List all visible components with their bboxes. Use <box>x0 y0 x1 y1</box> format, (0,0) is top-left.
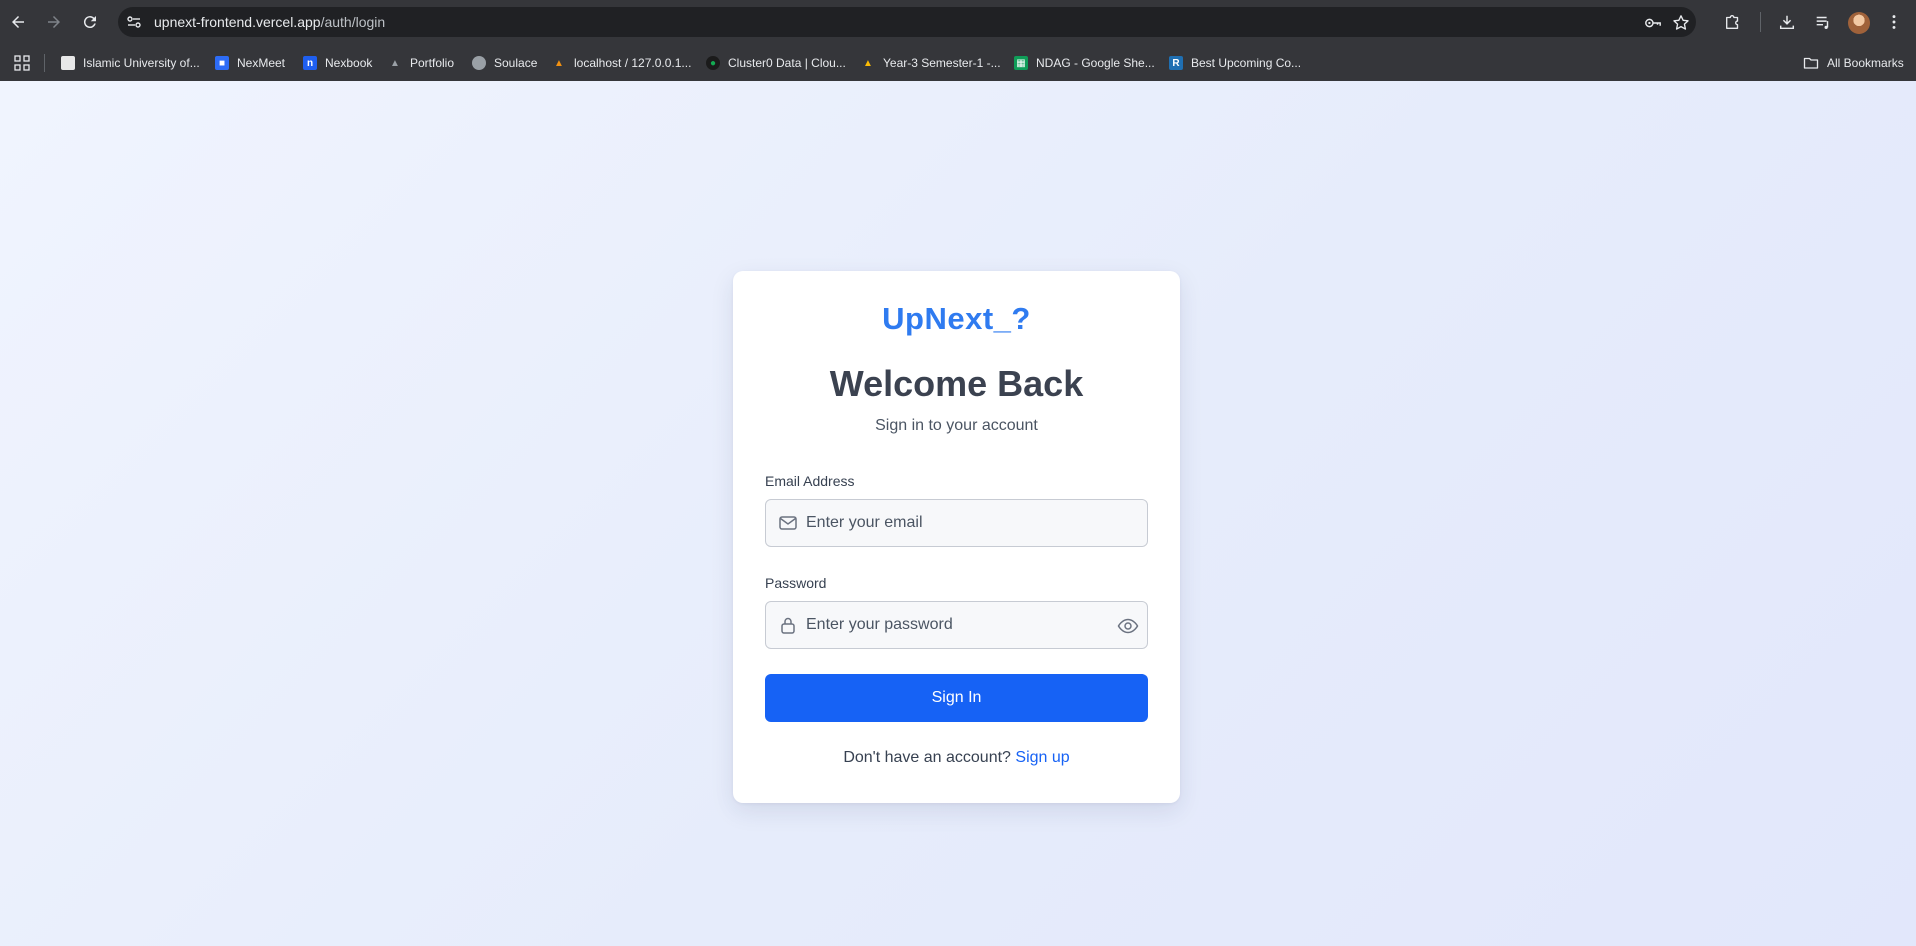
bookmarks-divider <box>44 54 45 72</box>
address-bar[interactable]: upnext-frontend.vercel.app/auth/login <box>118 7 1696 37</box>
bookmark-star-icon[interactable] <box>1672 14 1690 32</box>
forward-button[interactable] <box>42 10 66 34</box>
video-camera-icon: ■ <box>215 56 229 70</box>
lock-icon <box>781 617 795 634</box>
login-card: UpNext_? Welcome Back Sign in to your ac… <box>733 271 1180 803</box>
arrow-right-icon <box>48 16 60 28</box>
reload-icon <box>83 16 96 29</box>
email-field[interactable] <box>765 499 1148 547</box>
url-text[interactable]: upnext-frontend.vercel.app/auth/login <box>154 14 385 30</box>
n-logo-icon: n <box>303 56 317 70</box>
bookmark-label: Islamic University of... <box>83 56 200 70</box>
media-queue-icon[interactable] <box>1813 12 1833 32</box>
google-sheets-icon: ▦ <box>1014 56 1028 70</box>
arrow-left-icon <box>12 16 24 28</box>
portfolio-icon: ▲ <box>390 57 400 69</box>
more-menu-icon[interactable] <box>1884 12 1904 32</box>
extensions-icon[interactable] <box>1723 12 1743 32</box>
url-path: /auth/login <box>320 14 386 30</box>
password-input[interactable] <box>806 602 1096 648</box>
site-settings-icon[interactable] <box>126 14 142 30</box>
bookmark-label: localhost / 127.0.0.1... <box>574 56 692 70</box>
password-label: Password <box>765 575 827 591</box>
bookmark-label: Portfolio <box>410 56 455 70</box>
bookmark-item[interactable]: ▦ NDAG - Google She... <box>1014 53 1155 73</box>
bookmark-label: Cluster0 Data | Clou... <box>728 56 846 70</box>
signup-prompt: Don't have an account? Sign up <box>733 749 1180 767</box>
download-icon[interactable] <box>1777 12 1797 32</box>
browser-toolbar: upnext-frontend.vercel.app/auth/login <box>0 0 1916 44</box>
password-field[interactable] <box>765 601 1148 649</box>
bookmark-item[interactable]: n Nexbook <box>303 53 372 73</box>
page-subtitle: Sign in to your account <box>875 417 1038 434</box>
phpmyadmin-icon: ▲ <box>554 57 564 69</box>
globe-icon <box>472 56 486 70</box>
r-logo-icon: R <box>1169 56 1183 70</box>
bookmark-label: Soulace <box>494 56 538 70</box>
toolbar-divider <box>1760 12 1761 32</box>
mail-icon <box>779 516 797 530</box>
bookmark-item[interactable]: R Best Upcoming Co... <box>1169 53 1301 73</box>
url-host: upnext-frontend.vercel.app <box>154 14 321 30</box>
sign-in-button[interactable]: Sign In <box>765 674 1148 722</box>
bookmark-item[interactable]: Islamic University of... <box>61 53 200 73</box>
bookmark-item[interactable]: ■ NexMeet <box>215 53 285 73</box>
bookmark-label: NexMeet <box>237 56 286 70</box>
bookmark-item[interactable]: ▲ Year-3 Semester-1 -... <box>861 53 1001 73</box>
email-label: Email Address <box>765 473 855 489</box>
all-bookmarks-button[interactable]: All Bookmarks <box>1803 53 1904 73</box>
page-title: Welcome Back <box>829 363 1084 404</box>
bookmark-label: Year-3 Semester-1 -... <box>883 56 1001 70</box>
page-background: UpNext_? Welcome Back Sign in to your ac… <box>0 81 1916 946</box>
signup-prompt-text: Don't have an account? <box>843 749 1011 766</box>
google-drive-icon: ▲ <box>863 57 873 69</box>
bookmark-label: Best Upcoming Co... <box>1191 56 1302 70</box>
bookmarks-bar: Islamic University of... ■ NexMeet n Nex… <box>0 44 1916 81</box>
profile-avatar[interactable] <box>1848 12 1870 34</box>
back-button[interactable] <box>6 10 30 34</box>
show-password-eye-icon[interactable] <box>1117 615 1139 637</box>
bookmark-item[interactable]: Soulace <box>472 53 537 73</box>
app-logo[interactable]: UpNext_? <box>733 301 1180 337</box>
university-icon <box>61 56 75 70</box>
email-input[interactable] <box>806 500 1096 546</box>
password-key-icon[interactable] <box>1644 14 1662 32</box>
sign-up-link[interactable]: Sign up <box>1015 749 1069 766</box>
bookmark-label: NDAG - Google She... <box>1036 56 1155 70</box>
bookmark-label: Nexbook <box>325 56 373 70</box>
mongodb-leaf-icon: ● <box>706 56 720 70</box>
folder-icon <box>1803 57 1819 69</box>
bookmark-item[interactable]: ● Cluster0 Data | Clou... <box>706 53 846 73</box>
apps-grid-icon[interactable] <box>14 55 30 71</box>
reload-button[interactable] <box>78 10 102 34</box>
bookmark-item[interactable]: ▲ Portfolio <box>388 53 454 73</box>
bookmark-item[interactable]: ▲ localhost / 127.0.0.1... <box>552 53 691 73</box>
browser-chrome: upnext-frontend.vercel.app/auth/login Is… <box>0 0 1916 81</box>
all-bookmarks-label: All Bookmarks <box>1827 56 1904 70</box>
